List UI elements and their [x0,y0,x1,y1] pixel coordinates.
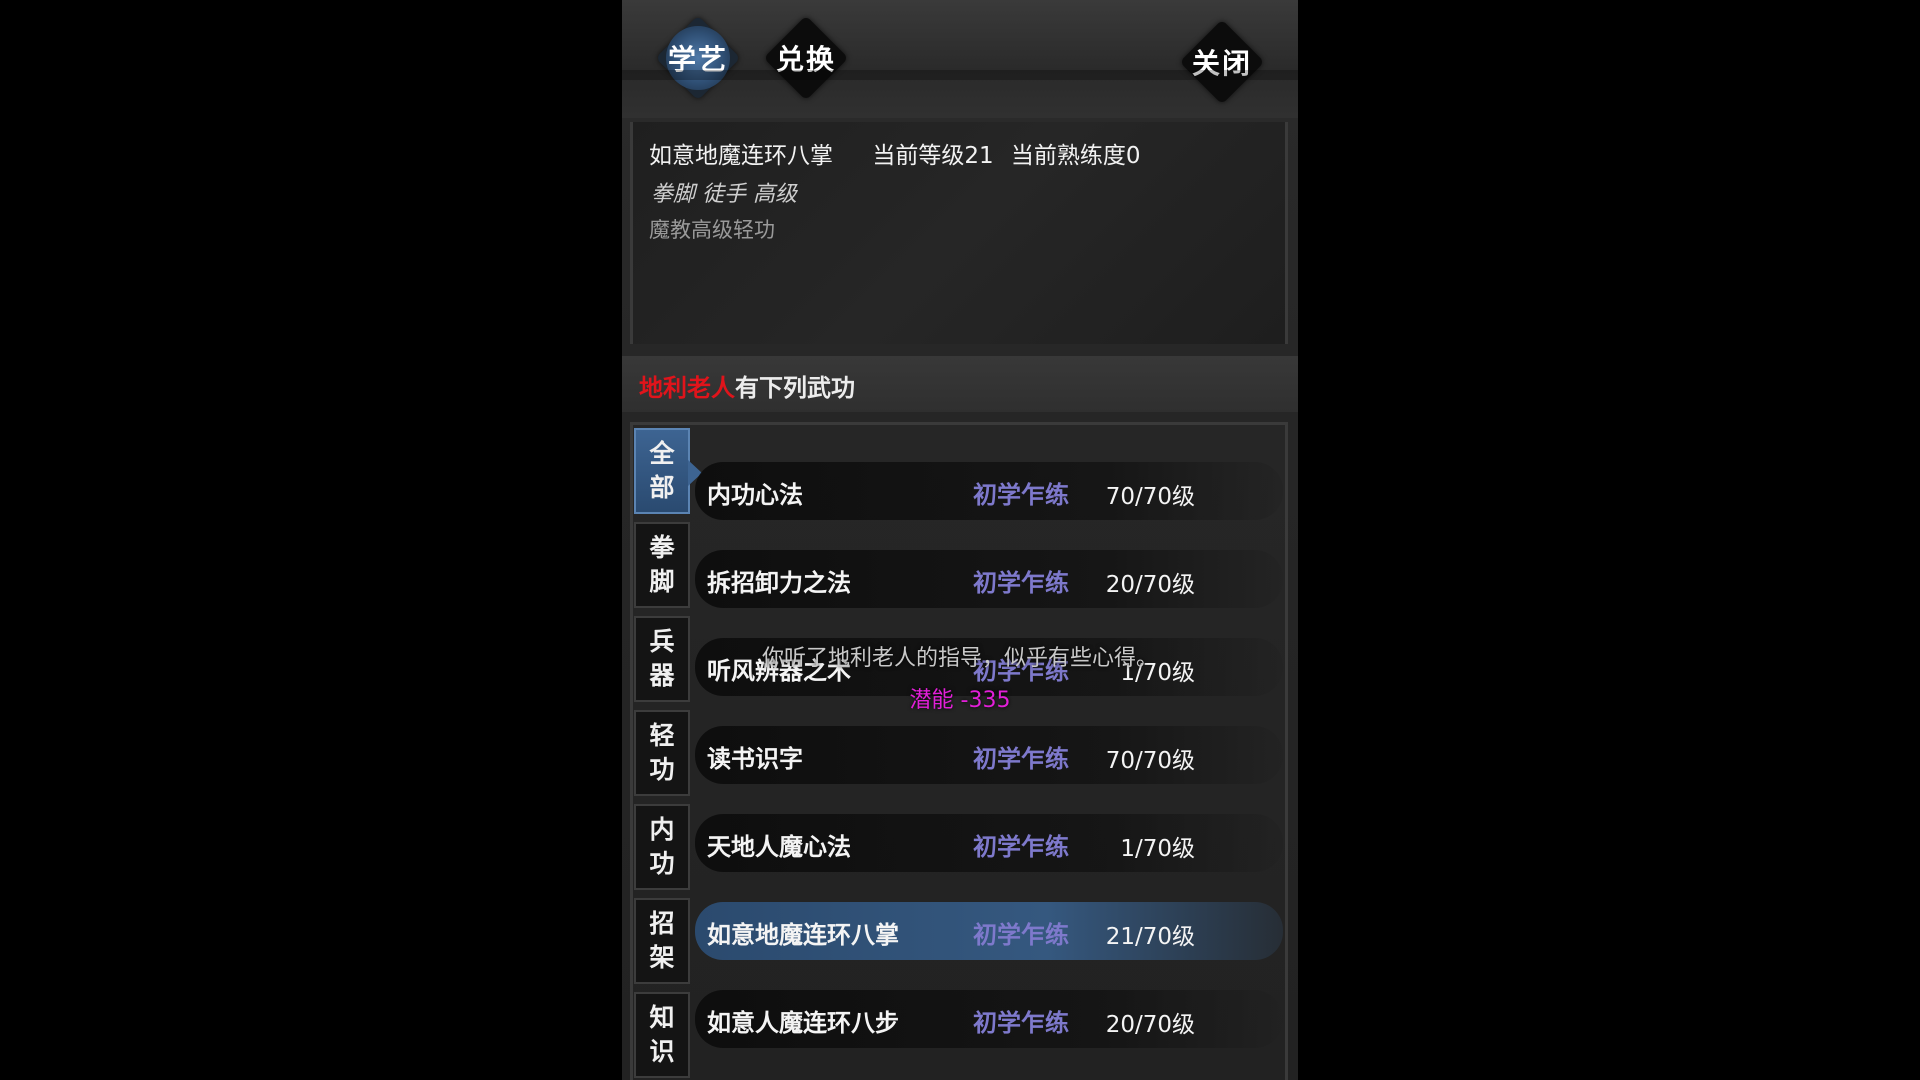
skill-info-box: 如意地魔连环八掌 当前等级21 当前熟练度0 拳脚 徒手 高级 魔教高级轻功 [630,122,1288,344]
category-label: 脚 [649,567,675,596]
category-label: 架 [649,943,675,972]
skill-stage: 初学乍练 [973,920,1069,949]
tab-learn-label: 学艺 [667,43,728,76]
skill-info-header: 如意地魔连环八掌 当前等级21 当前熟练度0 [649,136,1173,170]
skill-row[interactable]: 读书识字 初学乍练 70/70级 [695,726,1283,784]
category-label: 全 [649,439,675,468]
skill-stage: 初学乍练 [973,744,1069,773]
skill-name: 如意人魔连环八步 [707,1008,899,1037]
learn-notice: 你听了地利老人的指导，似乎有些心得。 [761,646,1158,671]
category-label: 拳 [649,533,675,562]
skill-stage: 初学乍练 [973,480,1069,509]
category-internal[interactable]: 内 功 [634,804,690,890]
skill-row[interactable]: 内功心法 初学乍练 70/70级 [695,462,1283,520]
skill-row[interactable]: 拆招卸力之法 初学乍练 20/70级 [695,550,1283,608]
category-lightness[interactable]: 轻 功 [634,710,690,796]
category-label: 招 [649,909,675,938]
skill-level: 70/70级 [1105,748,1195,774]
skill-name: 拆招卸力之法 [707,568,851,597]
category-label: 轻 [649,721,675,750]
skill-row[interactable]: 如意人魔连环八步 初学乍练 20/70级 [695,990,1283,1048]
tab-learn[interactable]: 学艺 [655,15,741,101]
category-label: 内 [649,815,675,844]
skill-level: 70/70级 [1105,484,1195,510]
category-all[interactable]: 全 部 [634,428,702,514]
skill-stage: 初学乍练 [973,832,1069,861]
category-label: 知 [649,1003,675,1032]
potential-change: 潜能 -335 [909,688,1011,713]
category-parry[interactable]: 招 架 [634,898,690,984]
master-suffix: 有下列武功 [735,373,855,402]
category-knowledge[interactable]: 知 识 [634,992,690,1078]
skill-info-description: 魔教高级轻功 [649,218,775,242]
skill-level: 20/70级 [1105,1012,1195,1038]
skill-level: 21/70级 [1105,924,1195,950]
category-fist[interactable]: 拳 脚 [634,522,690,608]
tab-exchange-label: 兑换 [775,43,836,76]
category-label: 功 [649,755,675,784]
top-bar: 学艺 兑换 关闭 [622,0,1298,118]
master-npc-name: 地利老人 [639,373,735,402]
close-label: 关闭 [1191,47,1252,80]
skill-name: 如意地魔连环八掌 [707,920,899,949]
skill-name: 内功心法 [707,480,803,509]
category-label: 功 [649,849,675,878]
skill-info-proficiency: 当前熟练度0 [1010,143,1141,169]
category-label: 部 [649,473,675,502]
skill-stage: 初学乍练 [973,1008,1069,1037]
learn-panel: 学艺 兑换 关闭 如意地魔连环八掌 当前等级21 当前熟练度0 拳脚 徒手 高级… [622,0,1298,1080]
master-bar: 地利老人有下列武功 [622,356,1298,412]
skill-info-name: 如意地魔连环八掌 [649,143,833,169]
master-title: 地利老人有下列武功 [639,368,855,403]
skill-row[interactable]: 天地人魔心法 初学乍练 1/70级 [695,814,1283,872]
skill-stage: 初学乍练 [973,568,1069,597]
close-button[interactable]: 关闭 [1179,19,1265,105]
skill-level: 20/70级 [1105,572,1195,598]
skill-level: 1/70级 [1120,836,1195,862]
category-label: 识 [649,1037,675,1066]
skill-row-selected[interactable]: 如意地魔连环八掌 初学乍练 21/70级 [695,902,1283,960]
skill-info-tags: 拳脚 徒手 高级 [651,182,797,207]
skill-info-level: 当前等级21 [872,143,994,169]
tab-exchange[interactable]: 兑换 [763,15,849,101]
skill-name: 天地人魔心法 [707,832,851,861]
skill-name: 读书识字 [707,744,803,773]
